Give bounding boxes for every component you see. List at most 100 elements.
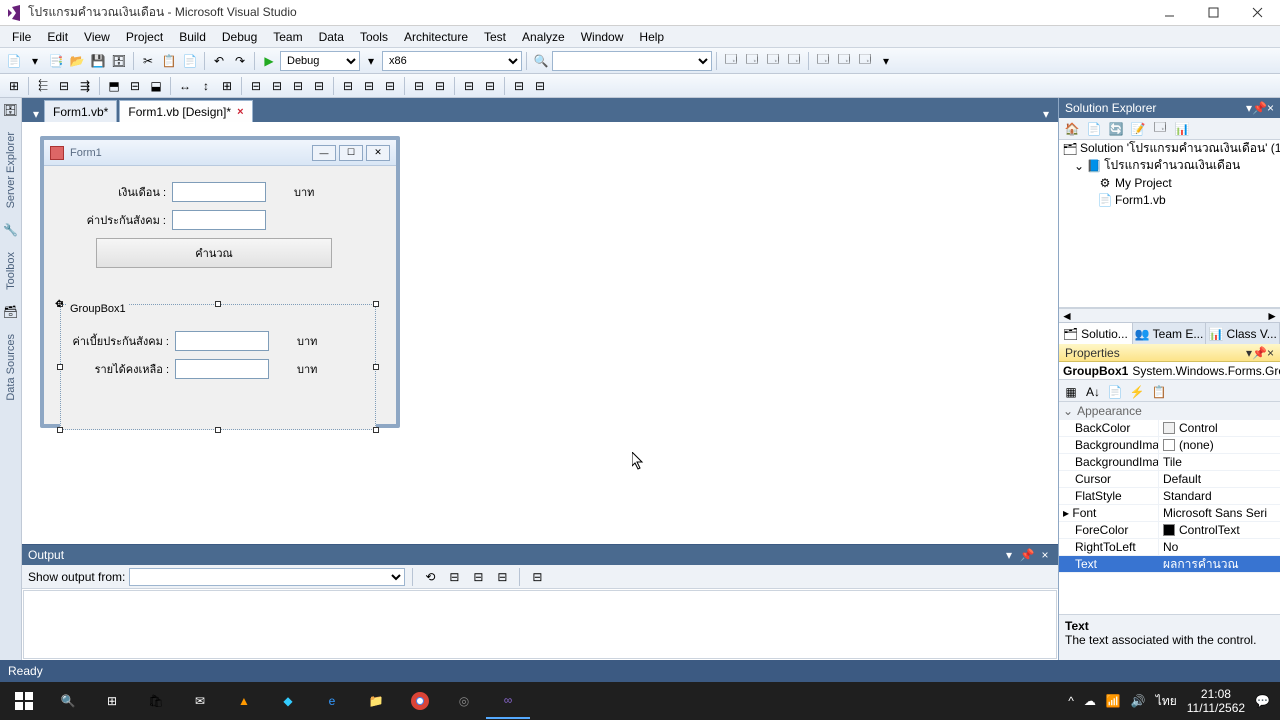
hspace2-icon[interactable]: ⊟ xyxy=(288,76,308,96)
toolbox-tab[interactable]: Toolbox xyxy=(3,246,19,296)
textbox-premium[interactable] xyxy=(175,331,269,351)
tb-icon-8[interactable]: ▾ xyxy=(876,51,896,71)
obs-icon[interactable]: ◎ xyxy=(442,683,486,719)
lyt-icon-c[interactable]: ⊟ xyxy=(509,76,529,96)
tab-overflow-icon[interactable]: ▾ xyxy=(1038,106,1054,122)
copy-icon[interactable]: 📋 xyxy=(159,51,179,71)
align-middle-icon[interactable]: ⊟ xyxy=(125,76,145,96)
config-select[interactable]: Debug xyxy=(280,51,360,71)
search-icon[interactable]: 🔍 xyxy=(46,683,90,719)
tb-icon-3[interactable]: 🗔 xyxy=(763,51,783,71)
output-btn-3[interactable]: ⊟ xyxy=(468,567,488,587)
button-calculate[interactable]: คำนวณ xyxy=(96,238,332,268)
tree-form1[interactable]: 📄 Form1.vb xyxy=(1059,191,1280,208)
vspace-icon[interactable]: ⊟ xyxy=(267,76,287,96)
prop-row-righttoleft[interactable]: RightToLeftNo xyxy=(1059,539,1280,556)
save-all-icon[interactable]: 🗄 xyxy=(109,51,129,71)
tab-order-icon[interactable]: ⊟ xyxy=(409,76,429,96)
chrome-icon[interactable] xyxy=(398,683,442,719)
new-dropdown-icon[interactable]: ▾ xyxy=(25,51,45,71)
minimize-button[interactable] xyxy=(1156,3,1182,23)
menu-file[interactable]: File xyxy=(4,28,39,46)
se-design-icon[interactable]: 🗔 xyxy=(1150,119,1170,139)
tb-icon-7[interactable]: 🗔 xyxy=(855,51,875,71)
prop-row-font[interactable]: ▸ FontMicrosoft Sans Seri xyxy=(1059,505,1280,522)
output-btn-1[interactable]: ⟲ xyxy=(420,567,440,587)
tab-form1-vb[interactable]: Form1.vb* xyxy=(44,100,117,122)
tab-team-explorer[interactable]: 👥Team E... xyxy=(1133,323,1207,344)
tb-icon-6[interactable]: 🗔 xyxy=(834,51,854,71)
align-grid-icon[interactable]: ⊞ xyxy=(4,76,24,96)
designer-form[interactable]: Form1 — ☐ ✕ เงินเดือน : บาท ค่าประกันสัง… xyxy=(40,136,400,428)
tree-project[interactable]: ⌄ 📘 โปรแกรมคำนวณเงินเดือน xyxy=(1059,157,1280,174)
explorer-icon[interactable]: 📁 xyxy=(354,683,398,719)
tab-form1-design[interactable]: Form1.vb [Design]* × xyxy=(119,100,252,122)
pr-props-icon[interactable]: 📄 xyxy=(1105,382,1125,402)
se-close-icon[interactable]: × xyxy=(1267,101,1274,115)
output-body[interactable] xyxy=(23,590,1057,659)
output-source-select[interactable] xyxy=(129,568,405,586)
prop-row-flatstyle[interactable]: FlatStyleStandard xyxy=(1059,488,1280,505)
menu-data[interactable]: Data xyxy=(311,28,352,46)
merge-icon[interactable]: ⊟ xyxy=(430,76,450,96)
menu-edit[interactable]: Edit xyxy=(39,28,76,46)
menu-project[interactable]: Project xyxy=(118,28,171,46)
app-icon-1[interactable]: ▲ xyxy=(222,683,266,719)
output-btn-2[interactable]: ⊟ xyxy=(444,567,464,587)
taskview-icon[interactable]: ⊞ xyxy=(90,683,134,719)
menu-team[interactable]: Team xyxy=(265,28,310,46)
wifi-icon[interactable]: 📶 xyxy=(1106,694,1121,708)
open-icon[interactable]: 📂 xyxy=(67,51,87,71)
textbox-salary[interactable] xyxy=(172,182,266,202)
server-explorer-icon[interactable]: 🗄 xyxy=(3,102,19,118)
align-bottom-icon[interactable]: ⬓ xyxy=(146,76,166,96)
store-icon[interactable]: 🛍 xyxy=(134,683,178,719)
output-btn-4[interactable]: ⊟ xyxy=(492,567,512,587)
tb-icon-1[interactable]: 🗔 xyxy=(721,51,741,71)
vs-taskbar-icon[interactable]: ∞ xyxy=(486,683,530,719)
taskbar-clock[interactable]: 21:0811/11/2562 xyxy=(1187,687,1245,716)
find-icon[interactable]: 🔍 xyxy=(531,51,551,71)
pr-close-icon[interactable]: × xyxy=(1267,346,1274,360)
tb-icon-4[interactable]: 🗔 xyxy=(784,51,804,71)
data-sources-icon[interactable]: 🗃 xyxy=(3,304,19,320)
pr-events-icon[interactable]: ⚡ xyxy=(1127,382,1147,402)
output-pin-icon[interactable]: 📌 xyxy=(1020,548,1034,562)
tab-solution-explorer[interactable]: 🗂Solutio... xyxy=(1059,323,1133,344)
tab-class-view[interactable]: 📊Class V... xyxy=(1206,323,1280,344)
groupbox-selected[interactable]: ✥ GroupBox1 ค่าเบี้ยประกันสังคม : บาท รา… xyxy=(60,304,376,430)
form-designer-surface[interactable]: Form1 — ☐ ✕ เงินเดือน : บาท ค่าประกันสัง… xyxy=(22,122,1058,544)
tray-up-icon[interactable]: ^ xyxy=(1068,694,1074,708)
start-button[interactable] xyxy=(2,683,46,719)
menu-debug[interactable]: Debug xyxy=(214,28,265,46)
prop-row-backgroundima[interactable]: BackgroundImaTile xyxy=(1059,454,1280,471)
data-sources-tab[interactable]: Data Sources xyxy=(3,328,19,407)
tree-myproject[interactable]: ⚙ My Project xyxy=(1059,174,1280,191)
menu-help[interactable]: Help xyxy=(631,28,672,46)
prop-row-forecolor[interactable]: ForeColorControlText xyxy=(1059,522,1280,539)
label-remaining[interactable]: รายได้คงเหลือ : xyxy=(67,360,175,378)
align-center-icon[interactable]: ⊟ xyxy=(54,76,74,96)
menu-build[interactable]: Build xyxy=(171,28,214,46)
se-diagram-icon[interactable]: 📊 xyxy=(1172,119,1192,139)
label-salary[interactable]: เงินเดือน : xyxy=(52,183,172,201)
volume-icon[interactable]: 🔊 xyxy=(1131,694,1146,708)
start-debug-icon[interactable]: ▶ xyxy=(259,51,279,71)
pr-pin-icon[interactable]: 📌 xyxy=(1252,346,1267,360)
platform-select[interactable]: x86 xyxy=(382,51,522,71)
prop-row-cursor[interactable]: CursorDefault xyxy=(1059,471,1280,488)
pr-categorized-icon[interactable]: ▦ xyxy=(1061,382,1081,402)
maximize-button[interactable] xyxy=(1200,3,1226,23)
tab-nav-icon[interactable]: ▾ xyxy=(28,106,44,122)
same-size-icon[interactable]: ⊞ xyxy=(217,76,237,96)
center-h-icon[interactable]: ⊟ xyxy=(338,76,358,96)
align-left-icon[interactable]: ⬱ xyxy=(33,76,53,96)
label-premium[interactable]: ค่าเบี้ยประกันสังคม : xyxy=(67,332,175,350)
center-v-icon[interactable]: ⊟ xyxy=(359,76,379,96)
properties-grid[interactable]: ⌄Appearance BackColorControlBackgroundIm… xyxy=(1059,402,1280,614)
se-props-icon[interactable]: 🏠 xyxy=(1062,119,1082,139)
menu-view[interactable]: View xyxy=(76,28,118,46)
bring-front-icon[interactable]: ⊟ xyxy=(380,76,400,96)
align-top-icon[interactable]: ⬒ xyxy=(104,76,124,96)
paste-icon[interactable]: 📄 xyxy=(180,51,200,71)
